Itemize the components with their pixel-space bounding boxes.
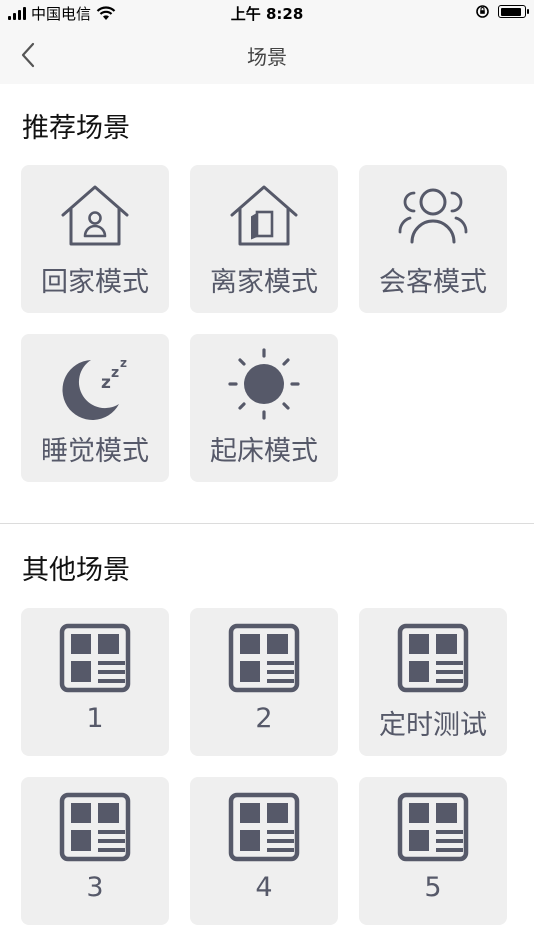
scene-label: 会客模式 [379, 267, 487, 298]
svg-text:z: z [101, 373, 111, 393]
scene-tile-sleep[interactable]: z z z 睡觉模式 [21, 334, 169, 482]
home-person-icon [21, 181, 169, 249]
sun-icon [190, 348, 338, 420]
status-right [475, 4, 529, 19]
status-time: 上午 8:28 [230, 5, 304, 23]
section-divider [0, 523, 534, 524]
svg-text:z: z [120, 356, 127, 370]
section-title-other: 其他场景 [22, 555, 130, 586]
scene-tile-wake[interactable]: 起床模式 [190, 334, 338, 482]
scene-tile-other[interactable]: 定时测试 [359, 608, 507, 756]
scene-label: 回家模式 [41, 267, 149, 298]
scene-label: 睡觉模式 [41, 436, 149, 467]
scene-grid-icon [21, 792, 169, 862]
orientation-lock-icon [476, 5, 489, 18]
scene-tile-home[interactable]: 回家模式 [21, 165, 169, 313]
scene-label: 离家模式 [210, 267, 318, 298]
scene-tile-other[interactable]: 2 [190, 608, 338, 756]
page-title: 场景 [247, 45, 287, 69]
scene-grid-icon [190, 792, 338, 862]
moon-sleep-icon: z z z [21, 350, 169, 420]
scene-label: 5 [424, 872, 442, 903]
scene-grid-icon [190, 623, 338, 693]
scene-label: 1 [86, 703, 104, 734]
scene-tile-other[interactable]: 4 [190, 777, 338, 925]
scene-label: 定时测试 [379, 710, 487, 741]
guests-icon [359, 181, 507, 249]
svg-text:z: z [111, 365, 119, 381]
section-title-recommended: 推荐场景 [22, 113, 130, 144]
scene-grid-icon [21, 623, 169, 693]
scene-tile-other[interactable]: 5 [359, 777, 507, 925]
scene-tile-guests[interactable]: 会客模式 [359, 165, 507, 313]
scene-label: 2 [255, 703, 273, 734]
scene-label: 3 [86, 872, 104, 903]
scene-tile-other[interactable]: 1 [21, 608, 169, 756]
home-door-icon [190, 181, 338, 249]
nav-bar: 场景 [0, 26, 534, 84]
scene-grid-icon [359, 623, 507, 693]
scene-tile-other[interactable]: 3 [21, 777, 169, 925]
scene-label: 4 [255, 872, 273, 903]
battery-icon [498, 5, 529, 18]
scene-grid-icon [359, 792, 507, 862]
scene-tile-leave[interactable]: 离家模式 [190, 165, 338, 313]
status-bar: 中国电信 上午 8:28 [0, 0, 534, 26]
scene-label: 起床模式 [210, 436, 318, 467]
